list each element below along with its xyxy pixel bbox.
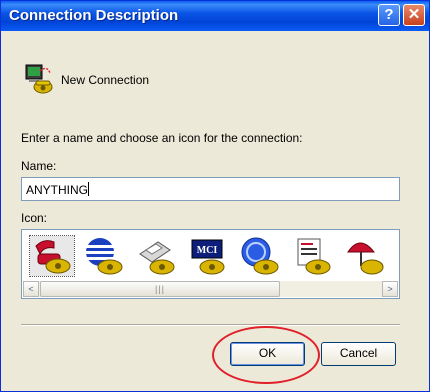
icon-list-scrollbar[interactable]: < ||| > (23, 281, 398, 297)
name-input-value: ANYTHING (26, 183, 89, 197)
ok-highlight-annotation (212, 326, 320, 384)
name-label: Name: (21, 159, 57, 173)
instruction-text: Enter a name and choose an icon for the … (21, 131, 303, 145)
umbrella-phone-icon[interactable] (342, 236, 386, 276)
text-caret (88, 182, 90, 196)
title-bar[interactable]: Connection Description ? ✕ (1, 1, 429, 31)
document-phone-icon[interactable] (290, 236, 334, 276)
connection-description-dialog: Connection Description ? ✕ New Connectio… (0, 0, 430, 392)
help-button[interactable]: ? (378, 4, 400, 26)
connection-name-label: New Connection (61, 73, 150, 87)
connection-phone-icon (25, 64, 53, 94)
icon-label: Icon: (21, 211, 48, 225)
icon-list[interactable]: MCI < ||| > (21, 229, 400, 299)
svg-text:MCI: MCI (197, 245, 218, 256)
scroll-left-button[interactable]: < (23, 281, 39, 297)
blue-globe-phone-icon[interactable] (82, 236, 126, 276)
scroll-right-button[interactable]: > (382, 281, 398, 297)
scroll-thumb[interactable]: ||| (40, 281, 280, 297)
name-input[interactable]: ANYTHING (21, 177, 400, 201)
mci-phone-icon[interactable]: MCI (186, 236, 230, 276)
separator-line (21, 324, 400, 326)
cancel-button[interactable]: Cancel (321, 342, 396, 366)
ge-globe-phone-icon[interactable] (238, 236, 282, 276)
fax-phone-icon[interactable] (134, 236, 178, 276)
window-title: Connection Description (9, 7, 179, 24)
close-button[interactable]: ✕ (403, 4, 425, 26)
red-phone-icon[interactable] (29, 235, 75, 277)
